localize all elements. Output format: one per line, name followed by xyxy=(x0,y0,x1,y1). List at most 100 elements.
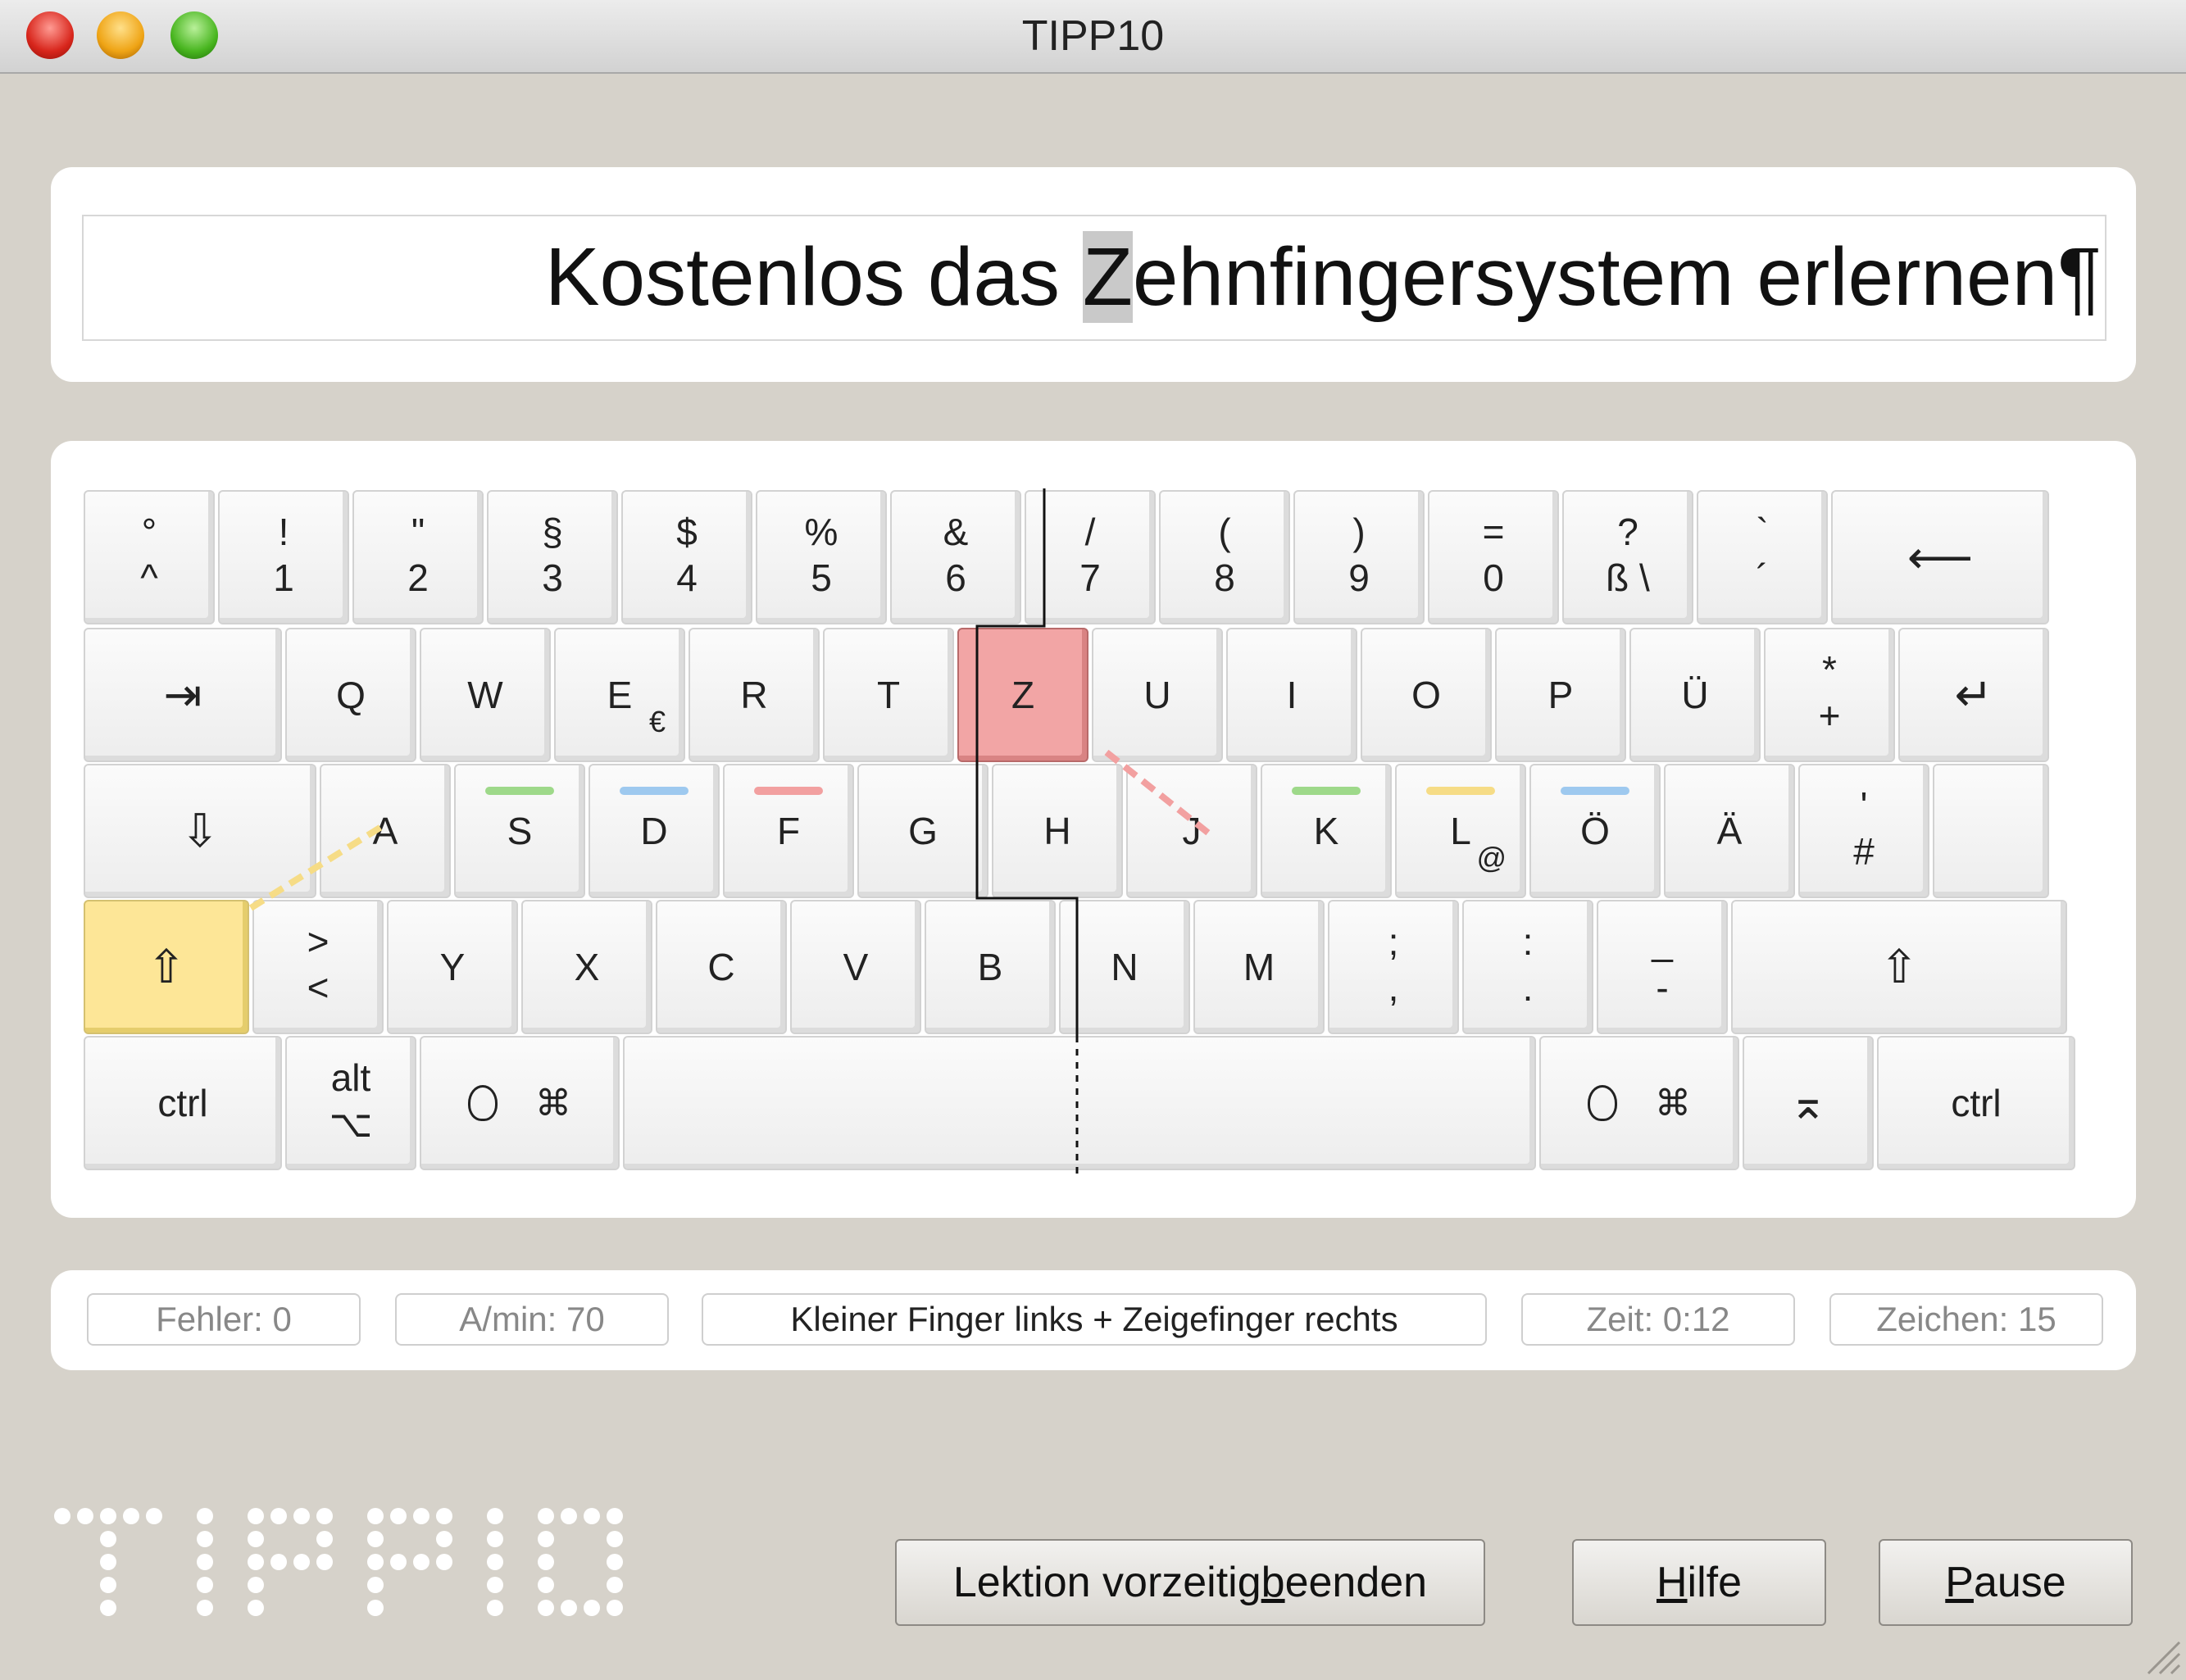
command-key[interactable]: ⌘ xyxy=(420,1036,620,1170)
key-j[interactable]: J xyxy=(1126,764,1257,898)
key-d[interactable]: D xyxy=(589,764,720,898)
key-c[interactable]: C xyxy=(656,900,787,1034)
key-3[interactable]: § 3 xyxy=(487,490,618,624)
key-5[interactable]: % 5 xyxy=(756,490,887,624)
logo-dot xyxy=(197,1577,213,1593)
key-comma[interactable]: ;, xyxy=(1328,900,1459,1034)
key-eszett[interactable]: ? ß \ xyxy=(1562,490,1693,624)
logo-dot xyxy=(54,1508,70,1524)
key-shift-label: ? xyxy=(1617,511,1638,553)
key-0[interactable]: = 0 xyxy=(1428,490,1559,624)
ctrl-key[interactable]: ctrl xyxy=(84,1036,282,1170)
logo-dot xyxy=(248,1600,264,1616)
key-r[interactable]: R xyxy=(689,628,820,762)
logo-dot xyxy=(390,1554,407,1570)
key-label: X xyxy=(574,946,600,988)
shift-key[interactable]: ⇧ xyxy=(1731,900,2067,1034)
key-base-label: 0 xyxy=(1483,556,1504,599)
key-ä[interactable]: Ä xyxy=(1664,764,1795,898)
key-z[interactable]: Z xyxy=(957,628,1088,762)
key-w[interactable]: W xyxy=(420,628,551,762)
key-s[interactable]: S xyxy=(454,764,585,898)
key-i[interactable]: I xyxy=(1226,628,1357,762)
key-8[interactable]: (8 xyxy=(1159,490,1290,624)
key-l[interactable]: L @ xyxy=(1395,764,1526,898)
logo-dot xyxy=(390,1508,407,1524)
help-button[interactable]: Hilfe xyxy=(1572,1539,1826,1626)
key-m[interactable]: M xyxy=(1193,900,1325,1034)
key-1[interactable]: ! 1 xyxy=(218,490,349,624)
key-label: ctrl xyxy=(1951,1082,2002,1124)
key-shift-label: " xyxy=(411,511,425,553)
key-blank[interactable]: alt ⌥ xyxy=(285,1036,416,1170)
key-g[interactable]: G xyxy=(857,764,988,898)
logo-dot xyxy=(316,1531,333,1547)
key-label: Y xyxy=(439,946,466,988)
key-t[interactable]: T xyxy=(823,628,954,762)
key-7[interactable]: /7 xyxy=(1025,490,1156,624)
key-label: ⇧ xyxy=(147,941,186,992)
logo-dot xyxy=(146,1508,162,1524)
caps-lock-key[interactable]: ⇩ xyxy=(84,764,316,898)
key-2[interactable]: " 2 xyxy=(352,490,484,624)
key-lt[interactable]: > < xyxy=(252,900,384,1034)
key-v[interactable]: V xyxy=(790,900,921,1034)
backspace-key[interactable]: ⟵ xyxy=(1831,490,2049,624)
resize-grip-icon[interactable] xyxy=(2143,1637,2181,1675)
key-u[interactable]: U xyxy=(1092,628,1223,762)
key-shift-label: ° xyxy=(141,511,157,553)
key-acute[interactable]: ` ´ xyxy=(1697,490,1828,624)
key-e[interactable]: E € xyxy=(554,628,685,762)
logo-dot xyxy=(487,1508,503,1524)
key-k[interactable]: K xyxy=(1261,764,1392,898)
key-4[interactable]: $4 xyxy=(621,490,752,624)
key-plus[interactable]: * + xyxy=(1764,628,1895,762)
key-shift-label: alt xyxy=(330,1056,371,1099)
key-o[interactable]: O xyxy=(1361,628,1492,762)
pause-button[interactable]: Pause xyxy=(1879,1539,2133,1626)
alt-gr-key[interactable]: ⌅ xyxy=(1743,1036,1874,1170)
key-f[interactable]: F xyxy=(723,764,854,898)
pause-label-post: ause xyxy=(1973,1559,2066,1606)
key-q[interactable]: Q xyxy=(285,628,416,762)
logo-dot xyxy=(561,1600,577,1616)
key-shift-label: ) xyxy=(1352,511,1366,553)
key-ü[interactable]: Ü xyxy=(1629,628,1761,762)
key-b[interactable]: B xyxy=(925,900,1056,1034)
key-9[interactable]: ) 9 xyxy=(1293,490,1425,624)
key-label: T xyxy=(876,674,901,716)
key-shift-label: ` xyxy=(1756,511,1769,553)
key-hash[interactable]: ' # xyxy=(1798,764,1929,898)
key-base-label: < xyxy=(307,966,329,1009)
time-counter: Zeit: 0:12 xyxy=(1521,1293,1795,1346)
shift-key[interactable]: ⇧ xyxy=(84,900,249,1034)
ctrl-key[interactable]: ctrl xyxy=(1877,1036,2075,1170)
logo-dot xyxy=(270,1508,287,1524)
key-minus[interactable]: _ - xyxy=(1597,900,1728,1034)
space-key[interactable] xyxy=(623,1036,1536,1170)
key-shift-label: = xyxy=(1482,511,1505,553)
tab-key[interactable]: ⇥ xyxy=(84,628,282,762)
key-6[interactable]: & 6 xyxy=(890,490,1021,624)
key-ö[interactable]: Ö xyxy=(1529,764,1661,898)
logo-dot xyxy=(123,1508,139,1524)
key-h[interactable]: H xyxy=(992,764,1123,898)
key-n[interactable]: N xyxy=(1059,900,1190,1034)
logo-dot xyxy=(436,1531,452,1547)
end-lesson-button[interactable]: Lektion vorzeitig b eenden xyxy=(895,1539,1485,1626)
key-label: Q xyxy=(336,674,366,716)
key-period[interactable]: :. xyxy=(1462,900,1593,1034)
command-key[interactable]: ⌘ xyxy=(1539,1036,1739,1170)
logo-dot xyxy=(197,1554,213,1570)
key-label: N xyxy=(1111,946,1138,988)
enter-key[interactable]: ↵ xyxy=(1898,628,2049,762)
key-a[interactable]: A xyxy=(320,764,451,898)
key-p[interactable]: P xyxy=(1495,628,1626,762)
key-label: B xyxy=(977,946,1003,988)
key-label: P xyxy=(1547,674,1574,716)
key-y[interactable]: Y xyxy=(387,900,518,1034)
key-x[interactable]: X xyxy=(521,900,652,1034)
key-caret[interactable]: ° ^ xyxy=(84,490,215,624)
key-label: ⌅ xyxy=(1788,1077,1828,1128)
blank-key[interactable] xyxy=(1933,764,2049,898)
